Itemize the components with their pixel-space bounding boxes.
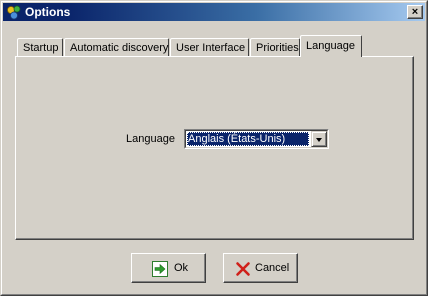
cancel-label: Cancel [255, 262, 290, 274]
language-label: Language [126, 133, 175, 145]
language-select[interactable]: Anglais (États-Unis) [184, 129, 329, 149]
tab-startup[interactable]: Startup [17, 38, 63, 56]
chevron-down-icon[interactable] [311, 131, 327, 147]
options-window: Options × Startup Automatic discovery Us… [0, 0, 428, 296]
tab-language[interactable]: Language [300, 35, 362, 57]
language-select-value: Anglais (États-Unis) [187, 132, 309, 146]
ok-label: Ok [174, 262, 189, 274]
tab-label: Startup [23, 42, 59, 54]
ok-button[interactable]: Ok [131, 253, 206, 283]
tab-label: User Interface [176, 42, 246, 54]
close-icon: × [411, 6, 419, 18]
window-title: Options [25, 5, 71, 19]
tab-label: Language [306, 40, 355, 52]
red-x-icon [236, 262, 250, 276]
green-arrow-right-icon [152, 261, 168, 277]
language-tab-panel: Language Anglais (États-Unis) [15, 56, 414, 240]
tab-automatic-discovery[interactable]: Automatic discovery [64, 38, 169, 56]
tab-label: Priorities [256, 42, 299, 54]
tab-user-interface[interactable]: User Interface [170, 38, 249, 56]
options-app-icon [7, 5, 21, 20]
cancel-button[interactable]: Cancel [223, 253, 298, 283]
tab-label: Automatic discovery [70, 42, 169, 54]
close-button[interactable]: × [407, 5, 423, 19]
tab-priorities[interactable]: Priorities [250, 38, 300, 56]
title-bar[interactable]: Options × [3, 3, 425, 21]
